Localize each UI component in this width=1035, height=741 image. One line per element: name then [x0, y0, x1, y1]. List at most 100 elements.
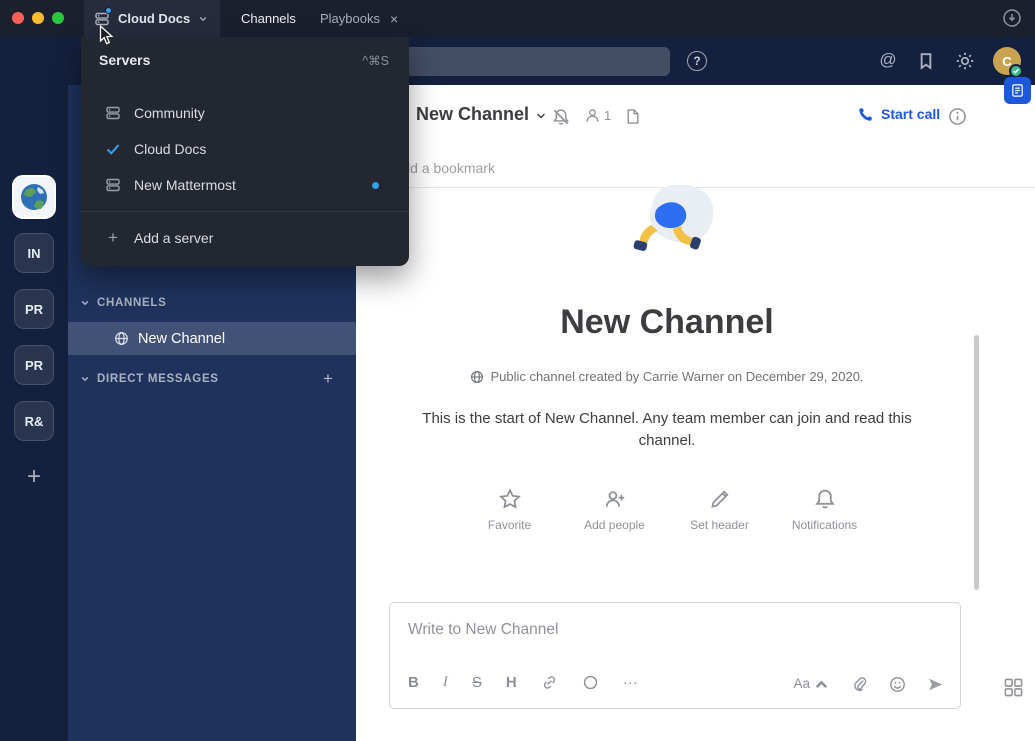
online-status-badge: [1009, 64, 1023, 78]
chevron-down-icon: [80, 298, 90, 308]
account-plus-icon: [604, 488, 626, 510]
slash-circle-icon[interactable]: [582, 674, 599, 691]
font-toggle-label: Aa: [793, 676, 810, 691]
team-sidebar: IN PR PR R& +: [0, 85, 68, 741]
channels-section-label: CHANNELS: [97, 297, 167, 309]
unread-dot: [372, 182, 379, 189]
team-initials: R&: [25, 414, 44, 429]
intro-meta: Public channel created by Carrie Warner …: [356, 369, 978, 384]
team-item[interactable]: IN: [14, 233, 54, 273]
team-item[interactable]: R&: [14, 401, 54, 441]
menu-item-new-mattermost[interactable]: New Mattermost: [81, 167, 409, 203]
set-header-button[interactable]: Set header: [667, 488, 772, 532]
chevron-down-icon: [80, 374, 90, 384]
add-people-button[interactable]: Add people: [562, 488, 667, 532]
download-update-icon[interactable]: [1002, 8, 1022, 28]
public-channel-icon: [114, 331, 129, 346]
start-call-button[interactable]: Start call: [858, 106, 940, 122]
send-icon[interactable]: [927, 676, 944, 693]
action-label: Set header: [690, 518, 749, 532]
mentions-icon[interactable]: @: [877, 48, 899, 72]
tab-channels-label: Channels: [241, 11, 296, 26]
notifications-button[interactable]: Notifications: [772, 488, 877, 532]
tab-channels[interactable]: Channels: [241, 0, 296, 37]
apps-grid-icon[interactable]: [1004, 678, 1023, 697]
saved-messages-icon[interactable]: [916, 51, 936, 71]
channel-files-icon[interactable]: [624, 108, 641, 125]
italic-button[interactable]: I: [443, 674, 448, 691]
menu-item-cloud-docs[interactable]: Cloud Docs: [81, 131, 409, 167]
check-icon: [105, 141, 121, 157]
composer-right-controls: Aa: [793, 676, 944, 693]
message-composer[interactable]: Write to New Channel B I S H ···: [389, 602, 961, 709]
team-item-globe[interactable]: [12, 175, 56, 219]
close-tab-icon[interactable]: ×: [390, 11, 398, 27]
attachment-icon[interactable]: [851, 676, 868, 693]
servers-menu-shortcut: ^⌘S: [362, 53, 389, 68]
star-icon: [499, 488, 521, 510]
action-label: Add people: [584, 518, 645, 532]
servers-menu: Servers ^⌘S Community Cloud Docs: [81, 37, 409, 266]
channel-name-label: New Channel: [138, 331, 225, 347]
sidebar-item-new-channel[interactable]: New Channel: [68, 322, 356, 355]
dm-section-label: DIRECT MESSAGES: [97, 373, 219, 385]
server-icon: [105, 177, 121, 193]
menu-divider: [81, 211, 409, 212]
add-server-button[interactable]: + Add a server: [81, 220, 409, 256]
add-direct-message-button[interactable]: +: [319, 370, 337, 388]
intro-description: This is the start of New Channel. Any te…: [417, 408, 917, 452]
tab-playbooks[interactable]: Playbooks ×: [320, 0, 398, 37]
servers-menu-title: Servers: [99, 52, 150, 68]
notifications-muted-icon[interactable]: [552, 108, 570, 126]
add-team-button[interactable]: +: [14, 457, 54, 497]
strikethrough-button[interactable]: S: [472, 674, 482, 691]
channel-members-button[interactable]: 1: [584, 107, 611, 124]
team-item[interactable]: PR: [14, 345, 54, 385]
heading-button[interactable]: H: [506, 674, 517, 691]
formatting-toolbar: B I S H ···: [408, 674, 638, 691]
clipboard-icon: [1010, 83, 1025, 98]
show-formatting-toggle[interactable]: Aa: [793, 676, 830, 693]
menu-item-label: New Mattermost: [134, 177, 236, 193]
link-icon[interactable]: [541, 674, 558, 691]
help-icon[interactable]: ?: [687, 51, 707, 71]
action-label: Favorite: [488, 518, 531, 532]
mouse-cursor: [99, 25, 114, 46]
team-initials: PR: [25, 358, 43, 373]
channel-info-icon[interactable]: [948, 107, 967, 126]
avatar[interactable]: C: [993, 47, 1021, 75]
menu-item-label: Community: [134, 105, 205, 121]
titlebar: Cloud Docs Channels Playbooks ×: [0, 0, 1035, 37]
server-tab-label: Cloud Docs: [118, 11, 190, 26]
close-window-button[interactable]: [12, 12, 24, 24]
scrollbar-thumb[interactable]: [974, 335, 979, 590]
app-bar-plugin-icon[interactable]: [1004, 77, 1031, 104]
chevron-down-icon: [535, 110, 547, 122]
intro-meta-text: Public channel created by Carrie Warner …: [490, 369, 863, 384]
team-initials: IN: [28, 246, 41, 261]
add-server-label: Add a server: [134, 230, 213, 246]
minimize-window-button[interactable]: [32, 12, 44, 24]
bold-button[interactable]: B: [408, 674, 419, 691]
intro-heading: New Channel: [356, 303, 978, 342]
zoom-window-button[interactable]: [52, 12, 64, 24]
bell-icon: [814, 488, 836, 510]
chevron-down-icon: [198, 14, 208, 24]
channel-title-menu[interactable]: New Channel: [416, 104, 547, 125]
plus-icon: +: [105, 228, 121, 248]
settings-gear-icon[interactable]: [955, 51, 975, 71]
team-initials: PR: [25, 302, 43, 317]
action-label: Notifications: [792, 518, 857, 532]
favorite-button[interactable]: Favorite: [457, 488, 562, 532]
menu-item-label: Cloud Docs: [134, 141, 206, 157]
more-formatting-icon[interactable]: ···: [623, 674, 638, 691]
menu-item-community[interactable]: Community: [81, 95, 409, 131]
dm-section-header[interactable]: DIRECT MESSAGES: [80, 373, 219, 385]
phone-icon: [858, 107, 873, 122]
channels-section-header[interactable]: CHANNELS: [80, 297, 167, 309]
team-item[interactable]: PR: [14, 289, 54, 329]
server-icon: [105, 105, 121, 121]
start-call-label: Start call: [881, 106, 940, 122]
emoji-icon[interactable]: [889, 676, 906, 693]
public-channel-icon: [470, 370, 484, 384]
